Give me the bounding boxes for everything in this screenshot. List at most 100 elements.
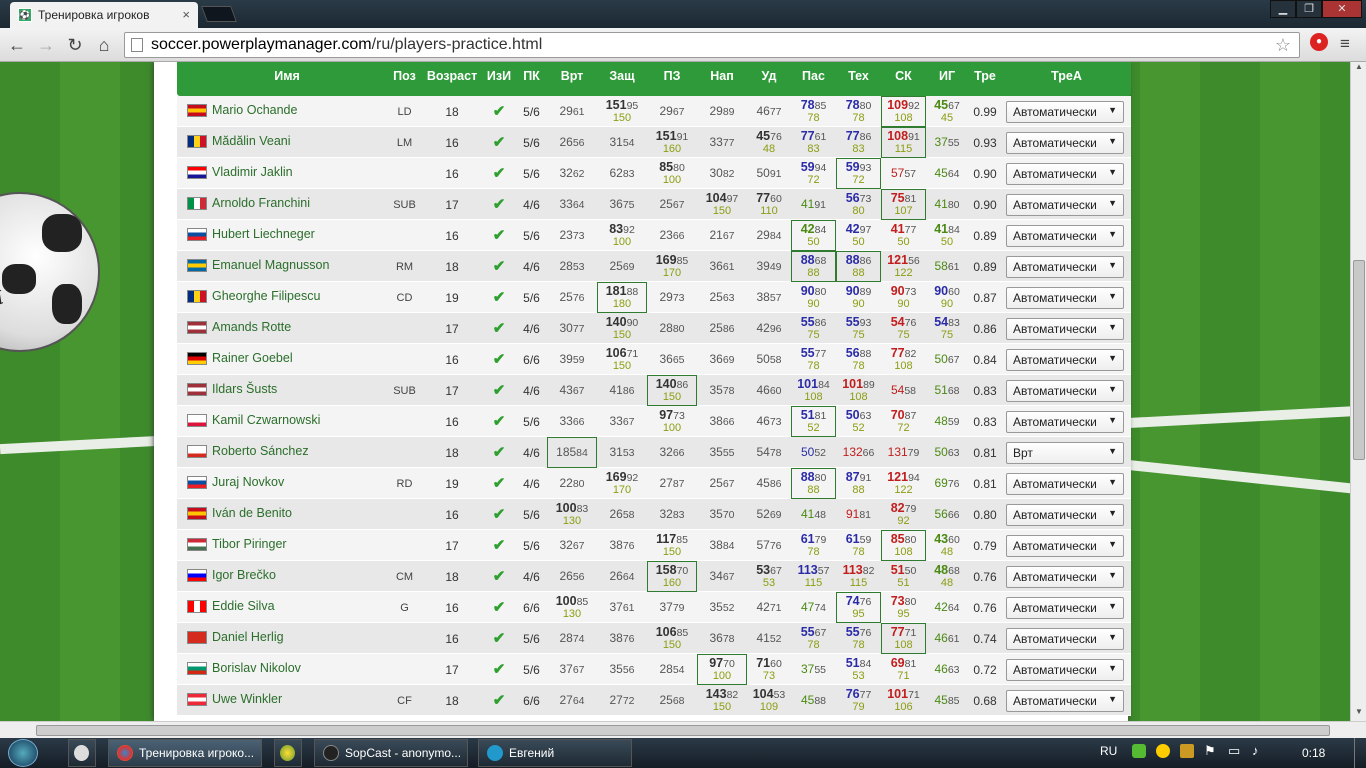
close-window-button[interactable]: ✕: [1322, 0, 1362, 18]
player-name-link[interactable]: Roberto Sánchez: [212, 444, 309, 458]
training-select[interactable]: Автоматически ▼: [1006, 132, 1124, 154]
column-header[interactable]: Тех: [836, 69, 881, 83]
reload-icon[interactable]: ↻: [63, 33, 87, 57]
training-select[interactable]: Автоматически ▼: [1006, 163, 1124, 185]
show-desktop-button[interactable]: [1354, 738, 1366, 768]
column-header[interactable]: Имя: [187, 69, 387, 83]
training-select[interactable]: Автоматически ▼: [1006, 535, 1124, 557]
skill-value: 6981: [891, 657, 917, 670]
forward-icon[interactable]: →: [34, 33, 58, 57]
player-name-link[interactable]: Iván de Benito: [212, 506, 292, 520]
column-header[interactable]: Тре: [968, 69, 1002, 83]
training-select[interactable]: Автоматически ▼: [1006, 256, 1124, 278]
training-select[interactable]: Врт ▼: [1006, 442, 1124, 464]
flag-icon[interactable]: ⚑: [1204, 743, 1216, 759]
training-select[interactable]: Автоматически ▼: [1006, 473, 1124, 495]
training-select[interactable]: Автоматически ▼: [1006, 349, 1124, 371]
player-name-link[interactable]: Juraj Novkov: [212, 475, 284, 489]
training-select[interactable]: Автоматически ▼: [1006, 380, 1124, 402]
menu-icon[interactable]: ≡: [1340, 34, 1350, 54]
taskbar-sopcast[interactable]: SopCast - anonymo...: [314, 739, 468, 767]
tray-app-icon[interactable]: [1180, 744, 1194, 758]
player-name-link[interactable]: Igor Brečko: [212, 568, 276, 582]
scrollbar-thumb[interactable]: [1353, 260, 1365, 460]
home-icon[interactable]: ⌂: [92, 33, 116, 57]
extension-icon[interactable]: ●: [1310, 33, 1328, 51]
tray-app-icon[interactable]: [1156, 744, 1170, 758]
scroll-down-icon[interactable]: ▼: [1351, 707, 1366, 721]
vertical-scrollbar[interactable]: ▲ ▼: [1350, 62, 1366, 721]
clock[interactable]: 0:18: [1302, 746, 1325, 760]
skill-percent: 84: [722, 540, 735, 552]
taskbar-soccer-icon[interactable]: [68, 739, 96, 767]
pk-cell: 4/6: [516, 437, 547, 468]
training-select[interactable]: Автоматически ▼: [1006, 287, 1124, 309]
training-select[interactable]: Автоматически ▼: [1006, 690, 1124, 712]
taskbar-skype[interactable]: Евгений: [478, 739, 632, 767]
player-name-link[interactable]: Arnoldo Franchini: [212, 196, 310, 210]
player-name-link[interactable]: Tibor Piringer: [212, 537, 287, 551]
network-icon[interactable]: ▭: [1228, 743, 1240, 759]
player-name-link[interactable]: Daniel Herlig: [212, 630, 284, 644]
training-select-value: Автоматически: [1013, 260, 1097, 274]
column-header[interactable]: Пас: [791, 69, 836, 83]
taskbar-chrome[interactable]: Тренировка игроко...: [108, 739, 262, 767]
tray-app-icon[interactable]: [1132, 744, 1146, 758]
player-name-link[interactable]: Emanuel Magnusson: [212, 258, 329, 272]
training-select[interactable]: Автоматически ▼: [1006, 225, 1124, 247]
maximize-button[interactable]: ❐: [1296, 0, 1322, 18]
player-name-link[interactable]: Rainer Goebel: [212, 351, 293, 365]
column-header[interactable]: Возраст: [422, 69, 482, 83]
address-bar[interactable]: soccer.powerplaymanager.com/ru/players-p…: [124, 32, 1300, 58]
player-name-link[interactable]: Ildars Šusts: [212, 382, 277, 396]
column-header[interactable]: Нап: [697, 69, 747, 83]
player-name-link[interactable]: Hubert Liechneger: [212, 227, 315, 241]
column-header[interactable]: СК: [881, 69, 926, 83]
column-header[interactable]: ТреА: [1002, 69, 1131, 83]
training-select[interactable]: Автоматически ▼: [1006, 628, 1124, 650]
skill-main: 108: [887, 129, 909, 143]
training-select[interactable]: Автоматически ▼: [1006, 597, 1124, 619]
taskbar-app-icon[interactable]: [274, 739, 302, 767]
player-name-link[interactable]: Vladimir Jaklin: [212, 165, 293, 179]
column-header[interactable]: Поз: [387, 69, 422, 83]
column-header[interactable]: ПЗ: [647, 69, 697, 83]
training-select[interactable]: Автоматически ▼: [1006, 566, 1124, 588]
bookmark-star-icon[interactable]: ☆: [1275, 35, 1291, 56]
player-name-link[interactable]: Gheorghe Filipescu: [212, 289, 320, 303]
skill-value: 2567: [709, 477, 734, 490]
column-header[interactable]: ИзИ: [482, 69, 516, 83]
player-name-link[interactable]: Mădălin Veani: [212, 134, 291, 148]
column-header[interactable]: ПК: [516, 69, 547, 83]
start-button[interactable]: [8, 739, 38, 767]
tab-close-icon[interactable]: ×: [182, 7, 190, 22]
volume-icon[interactable]: ♪: [1252, 743, 1259, 758]
player-name-link[interactable]: Kamil Czwarnowski: [212, 413, 320, 427]
column-header[interactable]: Защ: [597, 69, 647, 83]
training-select[interactable]: Автоматически ▼: [1006, 504, 1124, 526]
training-select[interactable]: Автоматически ▼: [1006, 101, 1124, 123]
skill-main: 29: [659, 104, 673, 118]
player-name-link[interactable]: Uwe Winkler: [212, 692, 282, 706]
training-select[interactable]: Автоматически ▼: [1006, 318, 1124, 340]
minimize-button[interactable]: ▁: [1270, 0, 1296, 18]
player-name-link[interactable]: Borislav Nikolov: [212, 661, 301, 675]
player-name-link[interactable]: Mario Ochande: [212, 103, 297, 117]
back-icon[interactable]: ←: [5, 33, 29, 57]
column-header[interactable]: ИГ: [926, 69, 968, 83]
scroll-up-icon[interactable]: ▲: [1351, 62, 1366, 76]
player-name-link[interactable]: Eddie Silva: [212, 599, 275, 613]
training-select[interactable]: Автоматически ▼: [1006, 194, 1124, 216]
table-row: Kamil Czwarnowski 16 ✔ 5/6 3366 3367 9773 100 38…: [177, 406, 1131, 437]
training-select[interactable]: Автоматически ▼: [1006, 411, 1124, 433]
column-header[interactable]: Врт: [547, 69, 597, 83]
browser-tab[interactable]: ⚽ Тренировка игроков ×: [10, 2, 198, 28]
scrollbar-thumb[interactable]: [36, 725, 1330, 736]
player-name-link[interactable]: Amands Rotte: [212, 320, 291, 334]
new-tab-button[interactable]: [201, 6, 237, 22]
column-header[interactable]: Уд: [747, 69, 791, 83]
training-select[interactable]: Автоматически ▼: [1006, 659, 1124, 681]
horizontal-scrollbar[interactable]: [0, 721, 1366, 738]
skill-value: 4585: [934, 694, 959, 707]
language-indicator[interactable]: RU: [1100, 744, 1117, 758]
